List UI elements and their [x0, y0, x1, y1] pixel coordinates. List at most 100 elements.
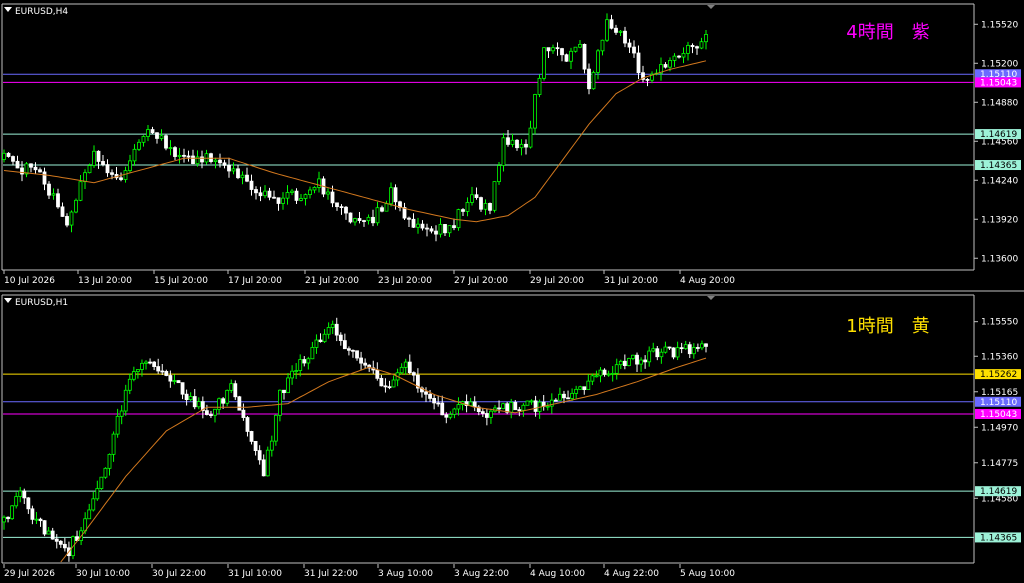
h1-candle-body [545, 405, 550, 408]
h4-candle-body [542, 47, 546, 79]
h4-candle-body [51, 193, 56, 196]
h4-candle-body [92, 150, 96, 166]
h1-candle-body [10, 505, 15, 520]
h4-candle-body [168, 147, 173, 149]
h1-candle-body [87, 509, 92, 520]
h1-candle-body [403, 361, 408, 368]
h4-candle-body [497, 165, 501, 183]
h1-candle-body [667, 346, 672, 349]
h1-candle-body [99, 476, 104, 489]
h4-candle-body [330, 191, 335, 204]
h1-price-line-value: 1.14619 [980, 487, 1017, 497]
h4-candle-body [200, 156, 204, 163]
h4-candle-body [690, 45, 695, 48]
h4-candle-body [618, 30, 623, 33]
h1-candle-body [671, 347, 676, 358]
h4-candle-body [155, 132, 159, 139]
h4-candle-body [137, 141, 141, 150]
h4-candle-body [47, 183, 51, 196]
h1-candle-body [34, 518, 39, 521]
h4-candle-body [362, 220, 366, 222]
h4-candle-body [110, 172, 114, 175]
h1-price-line-value: 1.15262 [980, 370, 1017, 380]
h4-candle-body [416, 223, 420, 228]
h4-candle-body [60, 206, 65, 217]
h1-candle-body [570, 392, 574, 399]
h4-candle-body [146, 129, 150, 137]
h4-candle-body [605, 19, 609, 41]
h1-candle-body [278, 389, 282, 416]
h1-candle-body [436, 402, 441, 405]
h4-candle-body [578, 43, 582, 48]
h1-candle-body [221, 398, 226, 404]
h1-candle-body [363, 362, 368, 366]
h1-time-axis[interactable]: 29 Jul 2026 30 Jul 10:00 30 Jul 22:00 31 Ju… [3, 564, 735, 579]
h1-candle-body [533, 400, 538, 412]
h4-price-line-value: 1.14619 [980, 130, 1017, 140]
h4-candle-body [227, 164, 231, 172]
h1-shift-marker-icon[interactable] [707, 296, 715, 300]
h1-candle-body [22, 490, 27, 499]
h1-candle-body [152, 361, 157, 367]
h4-candle-body [348, 212, 353, 223]
h4-candle-body [2, 152, 6, 160]
h1-chart-panel[interactable]: EURUSD,H1 1時間 黄 1.155501.153601.151651.1… [1, 294, 1021, 579]
h4-candle-body [294, 190, 299, 201]
h1-candle-body [647, 350, 652, 363]
h1-candle-body [517, 409, 522, 412]
h4-chart-panel[interactable]: EURUSD,H4 4時間 紫 1.15520 1.15200 1.14880 1.1… [0, 0, 1024, 290]
h1-candle-body [351, 349, 355, 352]
h4-candle-body [425, 227, 429, 230]
h4-candle-body [573, 46, 578, 52]
h1-candle-body [261, 459, 266, 477]
h1-candle-body [432, 397, 437, 404]
h1-candle-body [525, 400, 530, 406]
h1-candle-body [501, 403, 506, 410]
h1-price-line-value: 1.14365 [980, 533, 1017, 543]
h1-candle-body [610, 372, 615, 375]
h4-candle-body [668, 60, 672, 68]
h4-x-tick-label: 15 Jul 20:00 [154, 276, 208, 286]
h1-candle-body [651, 348, 656, 352]
h4-x-tick-label: 27 Jul 20:00 [454, 276, 508, 286]
h1-candle-body [355, 350, 359, 359]
h4-x-tick-label: 31 Jul 20:00 [604, 276, 658, 286]
h1-dropdown-icon[interactable] [4, 298, 12, 303]
h4-y-tick-label: 1.14880 [981, 98, 1018, 108]
h1-candle-body [330, 323, 335, 328]
h1-candle-body [26, 497, 31, 510]
h1-candle-body [489, 410, 493, 418]
h1-candle-body [549, 399, 554, 407]
h4-candle-body [353, 218, 357, 223]
h4-candle-body [569, 50, 573, 62]
h4-candle-body [596, 50, 600, 73]
h4-candle-body [389, 187, 393, 205]
h1-y-tick-label: 1.14775 [981, 459, 1018, 469]
h4-y-tick-label: 1.15520 [981, 20, 1018, 30]
h1-candle-body [582, 386, 587, 391]
h1-candle-body [618, 360, 623, 366]
h1-candle-body [606, 373, 611, 376]
h4-candle-body [78, 181, 83, 201]
h1-candle-body [383, 385, 388, 388]
h4-candle-body [308, 189, 312, 196]
h1-candle-body [558, 393, 562, 401]
h4-candle-body [501, 137, 506, 166]
h1-candle-body [594, 375, 599, 378]
h1-candle-body [103, 467, 108, 478]
h4-candle-body [407, 217, 411, 220]
h4-candle-body [636, 52, 641, 74]
h1-x-tick-label: 5 Aug 10:00 [680, 569, 735, 579]
h4-candle-body [299, 198, 303, 201]
h1-candle-body [691, 347, 696, 355]
h1-candle-body [217, 398, 221, 410]
h4-candle-body [366, 216, 371, 222]
h1-candle-body [695, 347, 700, 349]
h1-candle-body [598, 369, 603, 377]
h1-x-tick-label: 30 Jul 10:00 [76, 569, 130, 579]
h1-candle-body [119, 410, 124, 417]
h4-candle-body [6, 152, 11, 157]
h1-candle-body [140, 362, 144, 370]
h1-candle-body [192, 396, 197, 408]
h4-candle-body [20, 167, 24, 175]
